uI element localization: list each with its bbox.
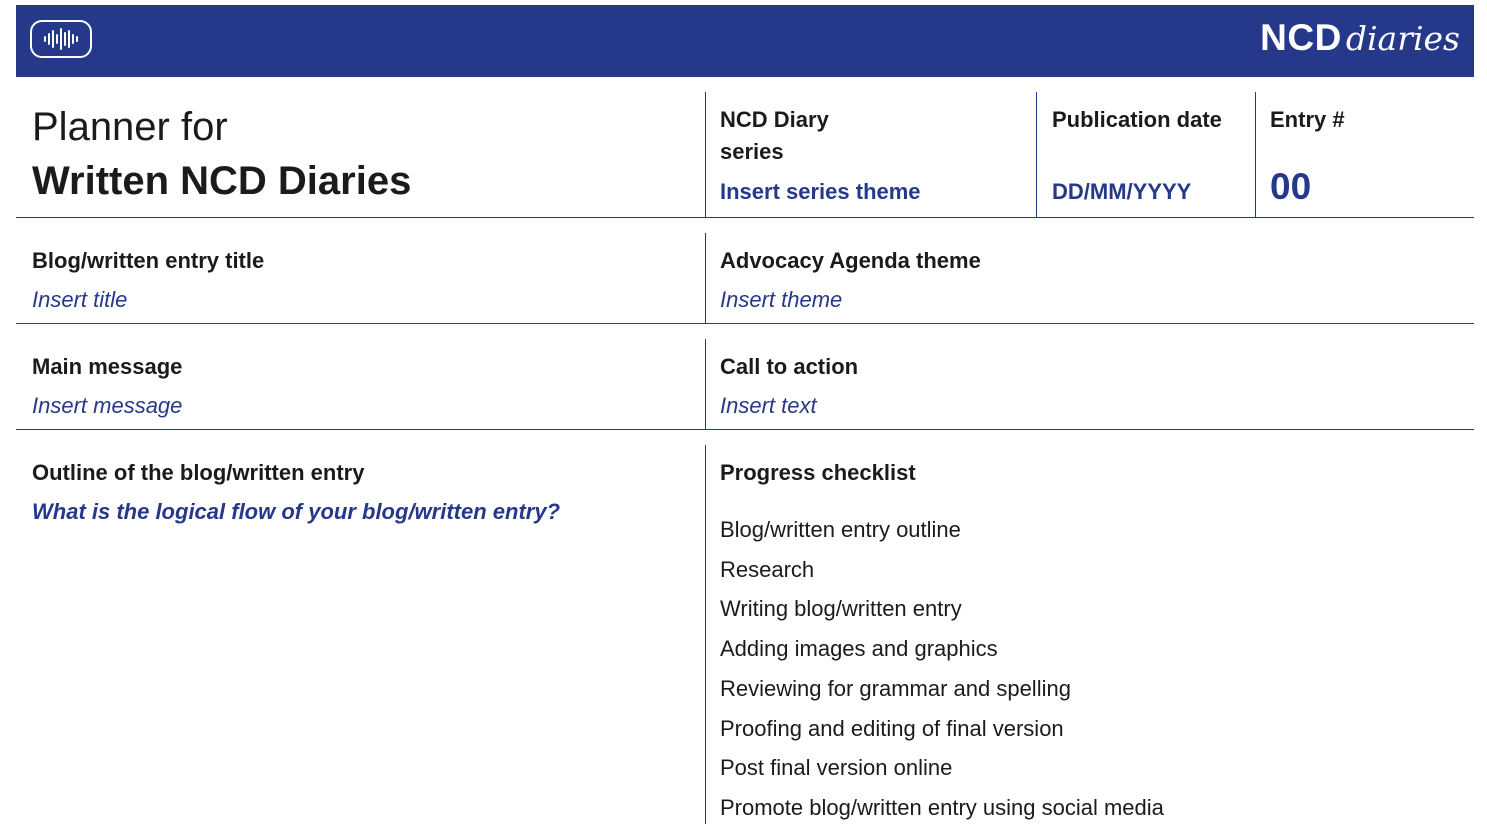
column-divider — [1255, 92, 1256, 217]
entry-label: Entry # — [1270, 107, 1345, 132]
column-divider — [705, 445, 706, 824]
title-line-2: Written NCD Diaries — [32, 159, 412, 203]
column-divider — [1036, 92, 1037, 217]
soundwave-icon — [30, 20, 92, 58]
column-divider — [705, 339, 706, 429]
checklist-item[interactable]: Promote blog/written entry using social … — [720, 788, 1164, 828]
checklist-label: Progress checklist — [720, 460, 916, 485]
outline-label: Outline of the blog/written entry — [32, 460, 365, 485]
divider — [16, 323, 1474, 324]
outline-prompt[interactable]: What is the logical flow of your blog/wr… — [32, 496, 560, 528]
checklist-item[interactable]: Post final version online — [720, 748, 1164, 788]
divider — [16, 429, 1474, 430]
blog-title-label: Blog/written entry title — [32, 248, 265, 273]
checklist-item[interactable]: Adding images and graphics — [720, 629, 1164, 669]
progress-checklist: Blog/written entry outline Research Writ… — [720, 510, 1164, 828]
column-divider — [705, 233, 706, 323]
brand-bold: NCD — [1260, 17, 1342, 58]
checklist-item[interactable]: Reviewing for grammar and spelling — [720, 669, 1164, 709]
series-value[interactable]: Insert series theme — [720, 176, 921, 208]
column-divider — [705, 92, 706, 217]
blog-title-field[interactable]: Insert title — [32, 284, 127, 316]
call-to-action-field[interactable]: Insert text — [720, 390, 817, 422]
divider — [16, 217, 1474, 218]
advocacy-label: Advocacy Agenda theme — [720, 248, 981, 273]
call-to-action-label: Call to action — [720, 354, 859, 379]
checklist-item[interactable]: Blog/written entry outline — [720, 510, 1164, 550]
checklist-item[interactable]: Proofing and editing of final version — [720, 709, 1164, 749]
page-title: Planner for Written NCD Diaries — [32, 100, 411, 208]
checklist-item[interactable]: Writing blog/written entry — [720, 589, 1164, 629]
main-message-label: Main message — [32, 354, 183, 379]
checklist-item[interactable]: Research — [720, 550, 1164, 590]
series-label: NCD Diary series — [720, 107, 829, 164]
publication-value[interactable]: DD/MM/YYYY — [1052, 176, 1191, 208]
brand-script: diaries — [1345, 19, 1460, 58]
header-bar: NCD diaries — [16, 5, 1474, 77]
brand-logo: NCD diaries — [1260, 17, 1460, 59]
main-message-field[interactable]: Insert message — [32, 390, 182, 422]
title-line-1: Planner for — [32, 105, 228, 149]
entry-number[interactable]: 00 — [1270, 166, 1311, 208]
advocacy-field[interactable]: Insert theme — [720, 284, 842, 316]
publication-label: Publication date — [1052, 107, 1222, 132]
